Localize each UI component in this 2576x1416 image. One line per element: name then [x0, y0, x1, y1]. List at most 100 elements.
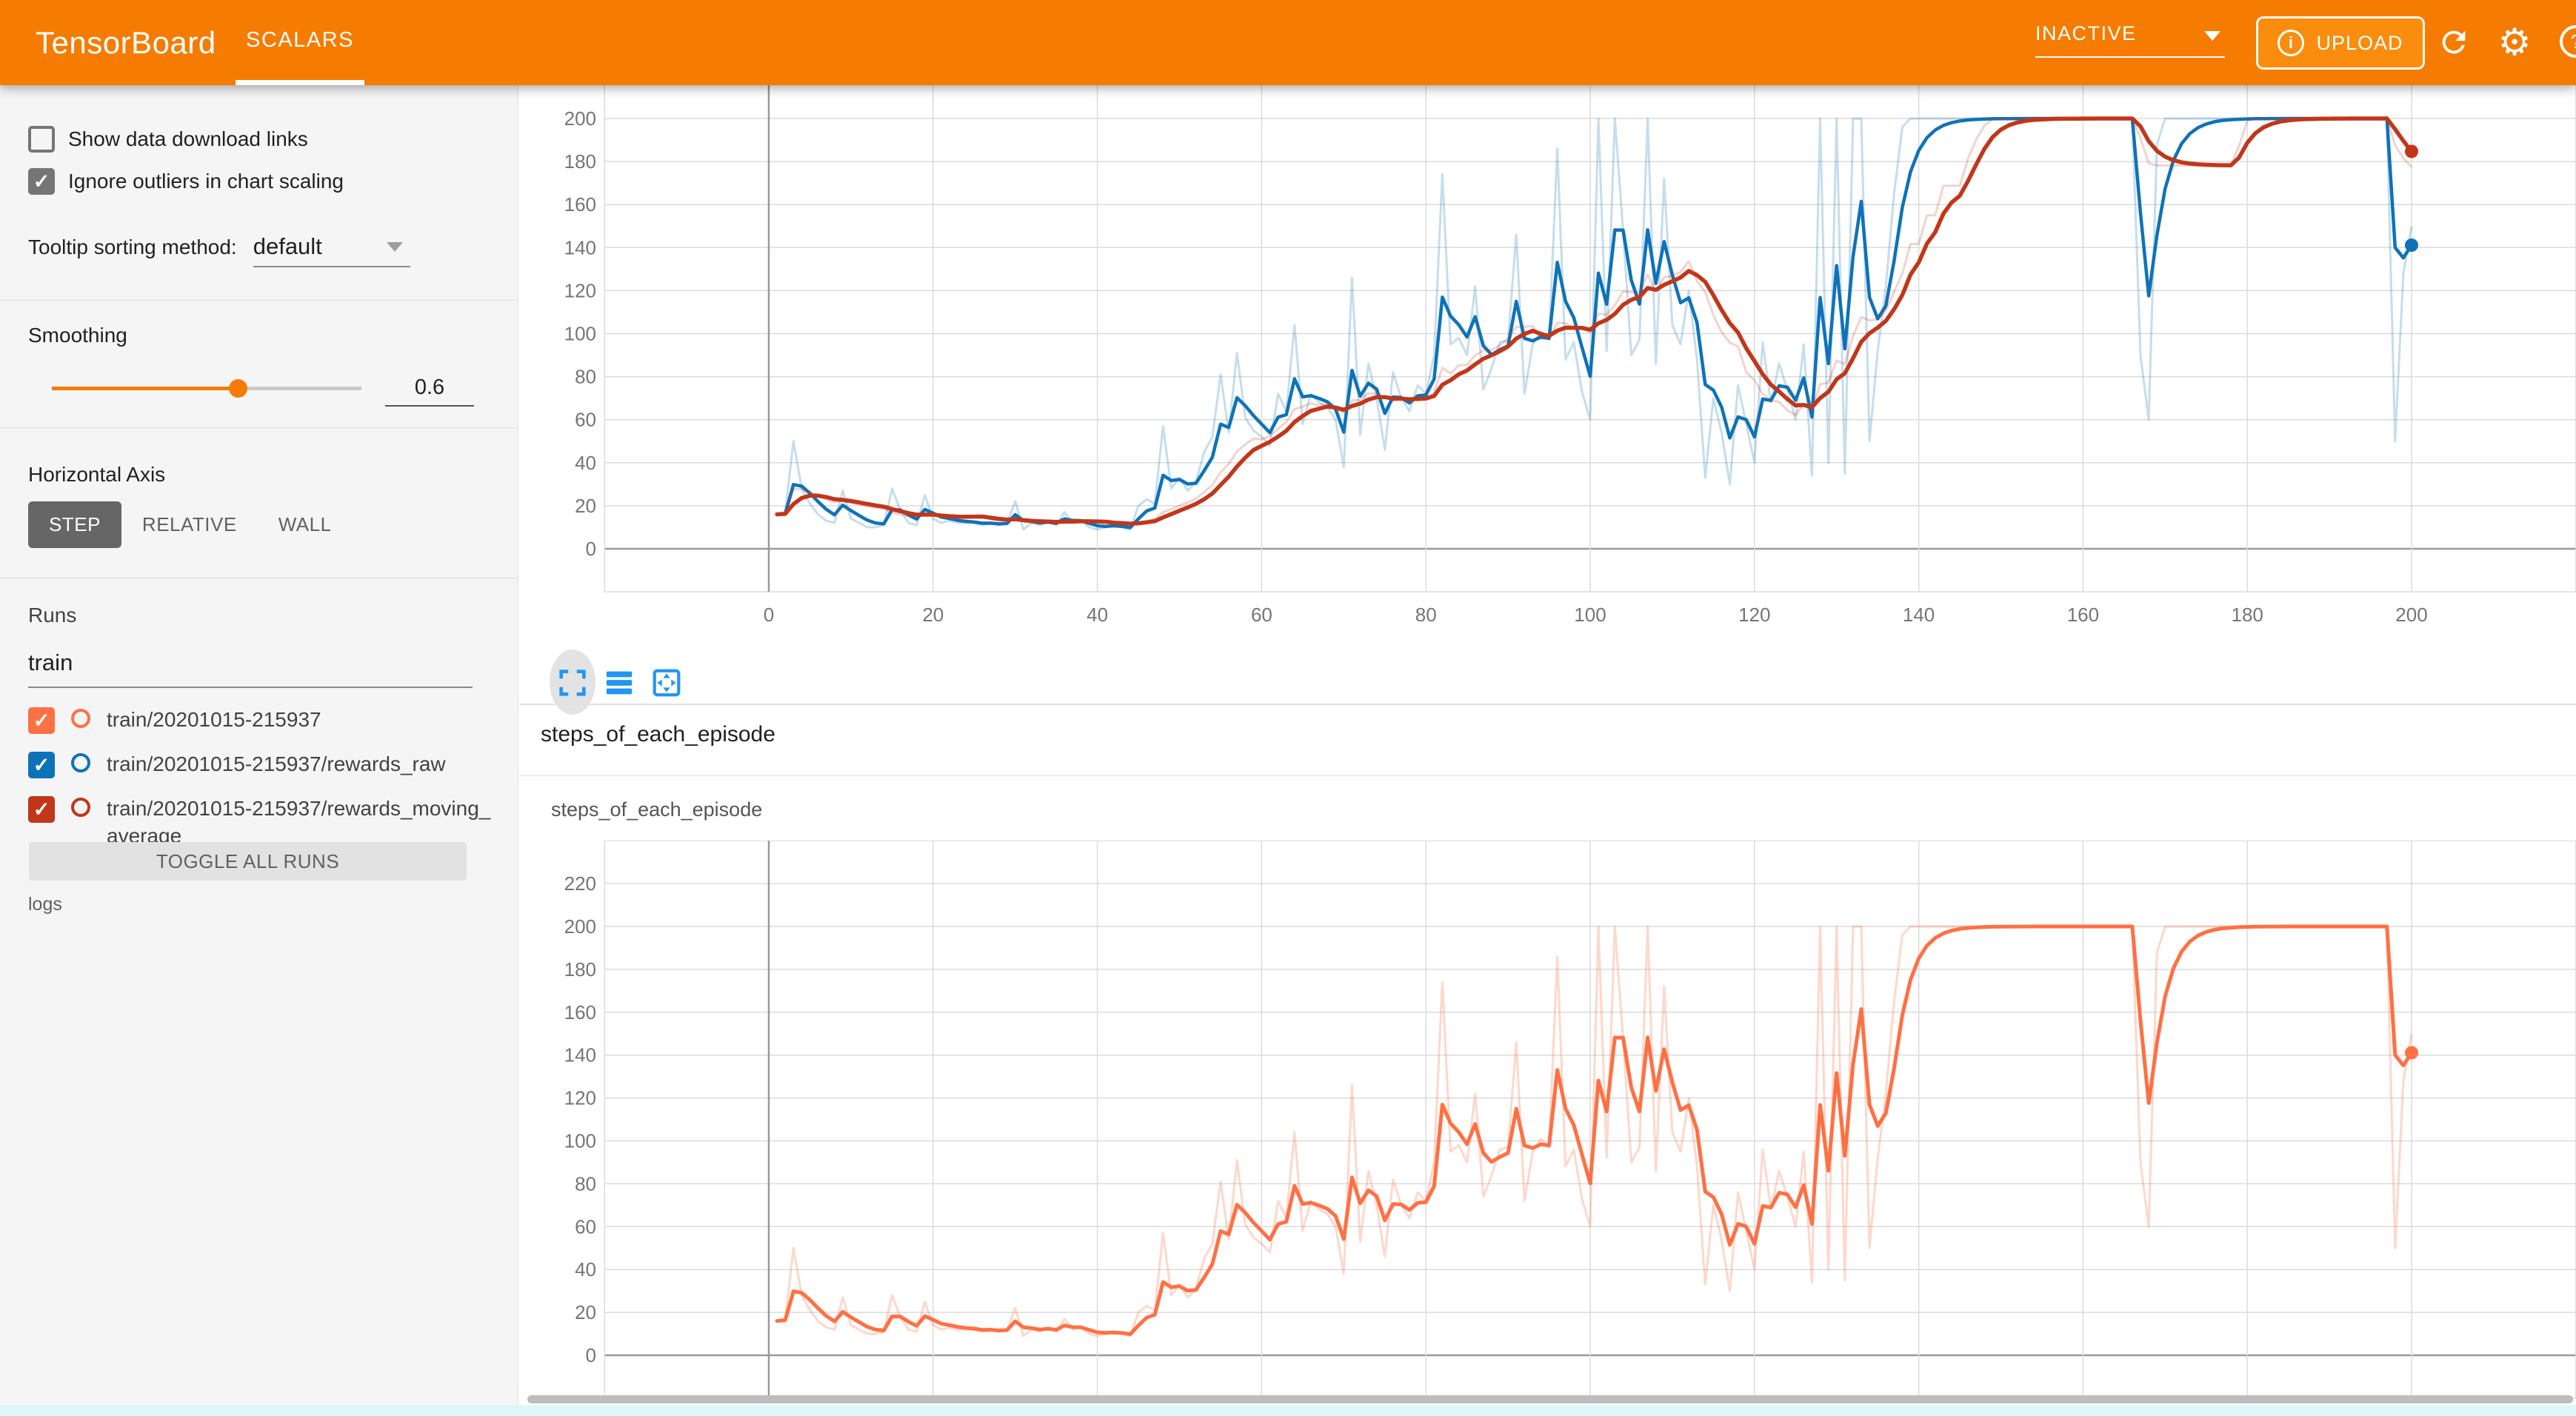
ignore-outliers-label: Ignore outliers in chart scaling — [68, 170, 344, 193]
bottom-scroll-track — [0, 1405, 2576, 1416]
axis-button-step[interactable]: STEP — [28, 501, 121, 548]
scalars-main-panel: 0204060801001201401601802000204060801001… — [519, 85, 2576, 1405]
svg-text:20: 20 — [575, 1301, 596, 1323]
svg-text:180: 180 — [2232, 604, 2263, 626]
tooltip-sorting-label: Tooltip sorting method: — [28, 236, 237, 259]
slider-thumb[interactable] — [229, 379, 247, 398]
run-color-swatch — [71, 798, 90, 817]
tensorboard-logo[interactable]: TensorBoard — [36, 0, 216, 85]
run-row: ✓ train/20201015-215937/rewards_raw — [28, 750, 495, 778]
dropdown-underline — [2035, 56, 2225, 58]
svg-text:120: 120 — [564, 1087, 596, 1109]
chart-card-title: steps_of_each_episode — [551, 798, 762, 821]
divider — [0, 427, 518, 428]
horizontal-axis-label: Horizontal Axis — [28, 463, 165, 487]
svg-text:20: 20 — [575, 495, 596, 517]
divider — [519, 775, 2576, 776]
run-checkbox[interactable]: ✓ — [28, 752, 55, 778]
tab-scalars[interactable]: SCALARS — [236, 0, 364, 85]
svg-text:40: 40 — [575, 1258, 596, 1280]
tooltip-sorting-row: Tooltip sorting method: default — [28, 233, 410, 260]
svg-text:160: 160 — [564, 193, 596, 216]
divider — [519, 704, 2576, 705]
run-color-swatch — [71, 753, 90, 772]
rewards-chart[interactable]: 0204060801001201401601802000204060801001… — [526, 85, 2576, 704]
logs-label: logs — [28, 894, 62, 915]
expand-icon[interactable] — [555, 666, 590, 700]
show-download-links-row[interactable]: Show data download links — [28, 126, 308, 153]
run-row: ✓ train/20201015-215937/rewards_moving_av… — [28, 795, 495, 849]
runs-filter-underline — [28, 687, 473, 688]
fit-domain-icon[interactable] — [650, 666, 684, 700]
svg-text:100: 100 — [564, 1130, 596, 1152]
app-header: TensorBoard SCALARS INACTIVE i UPLOAD ⚙ … — [0, 0, 2576, 85]
tensorboard-app: TensorBoard SCALARS INACTIVE i UPLOAD ⚙ … — [0, 0, 2576, 1416]
svg-text:40: 40 — [575, 452, 596, 474]
run-checkbox[interactable]: ✓ — [28, 796, 55, 823]
svg-text:80: 80 — [1415, 604, 1437, 626]
status-dropdown-value: INACTIVE — [2035, 22, 2137, 44]
runs-table-icon[interactable] — [602, 666, 636, 700]
smoothing-value[interactable]: 0.6 — [385, 375, 474, 400]
svg-text:40: 40 — [1087, 604, 1108, 626]
horizontal-scrollbar[interactable] — [527, 1395, 2573, 1403]
svg-text:180: 180 — [564, 150, 596, 173]
help-icon-glyph: ? — [2571, 30, 2576, 53]
divider — [0, 300, 518, 301]
svg-text:140: 140 — [564, 1044, 596, 1066]
svg-text:60: 60 — [1251, 604, 1272, 626]
gear-icon[interactable]: ⚙ — [2496, 24, 2533, 61]
chevron-down-icon — [387, 242, 403, 252]
axis-button-relative[interactable]: RELATIVE — [121, 501, 258, 548]
svg-text:200: 200 — [2395, 604, 2427, 626]
tooltip-sorting-value: default — [253, 233, 322, 259]
svg-text:60: 60 — [575, 409, 596, 431]
run-row: ✓ train/20201015-215937 — [28, 706, 495, 734]
runs-filter-input[interactable] — [28, 649, 473, 676]
check-icon: ✓ — [33, 711, 50, 731]
run-name[interactable]: train/20201015-215937/rewards_raw — [107, 750, 446, 778]
steps-of-each-episode-chart[interactable]: 020406080100120140160180200220 — [526, 841, 2576, 1405]
runs-label: Runs — [28, 604, 76, 627]
help-icon[interactable]: ? — [2560, 25, 2576, 58]
svg-text:200: 200 — [564, 107, 596, 130]
status-dropdown[interactable]: INACTIVE — [2035, 22, 2225, 45]
show-download-links-checkbox[interactable] — [28, 126, 55, 153]
svg-text:0: 0 — [764, 604, 774, 626]
axis-button-wall[interactable]: WALL — [258, 501, 353, 548]
svg-text:100: 100 — [564, 323, 596, 345]
check-icon: ✓ — [33, 755, 50, 775]
svg-text:200: 200 — [564, 915, 596, 938]
svg-text:180: 180 — [564, 958, 596, 981]
svg-text:160: 160 — [2067, 604, 2099, 626]
run-name[interactable]: train/20201015-215937 — [107, 706, 321, 733]
horizontal-axis-buttons: STEPRELATIVEWALL — [28, 501, 353, 548]
chevron-down-icon — [2204, 31, 2220, 41]
svg-text:0: 0 — [586, 1344, 596, 1366]
svg-text:100: 100 — [1574, 604, 1606, 626]
refresh-icon[interactable] — [2435, 24, 2472, 61]
smoothing-value-underline — [385, 405, 474, 407]
check-icon: ✓ — [33, 172, 50, 192]
svg-text:220: 220 — [564, 872, 596, 895]
smoothing-slider-row: 0.6 — [28, 374, 490, 404]
smoothing-slider[interactable] — [52, 387, 361, 390]
svg-text:20: 20 — [922, 604, 944, 626]
svg-text:160: 160 — [564, 1001, 596, 1023]
show-download-links-label: Show data download links — [68, 127, 308, 151]
runs-filter — [28, 649, 473, 676]
tooltip-sorting-dropdown[interactable]: default — [253, 233, 410, 260]
svg-text:60: 60 — [575, 1215, 596, 1238]
check-icon: ✓ — [33, 800, 50, 820]
ignore-outliers-checkbox[interactable]: ✓ — [28, 168, 55, 195]
upload-button-label: UPLOAD — [2316, 32, 2403, 55]
ignore-outliers-row[interactable]: ✓ Ignore outliers in chart scaling — [28, 168, 344, 195]
upload-button[interactable]: i UPLOAD — [2256, 16, 2425, 70]
smoothing-label: Smoothing — [28, 324, 127, 347]
svg-text:120: 120 — [1738, 604, 1770, 626]
run-name[interactable]: train/20201015-215937/rewards_moving_ave… — [107, 795, 495, 849]
info-icon: i — [2278, 30, 2304, 56]
toggle-all-runs-button[interactable]: TOGGLE ALL RUNS — [29, 842, 467, 881]
svg-text:140: 140 — [1903, 604, 1935, 626]
run-checkbox[interactable]: ✓ — [28, 707, 55, 734]
